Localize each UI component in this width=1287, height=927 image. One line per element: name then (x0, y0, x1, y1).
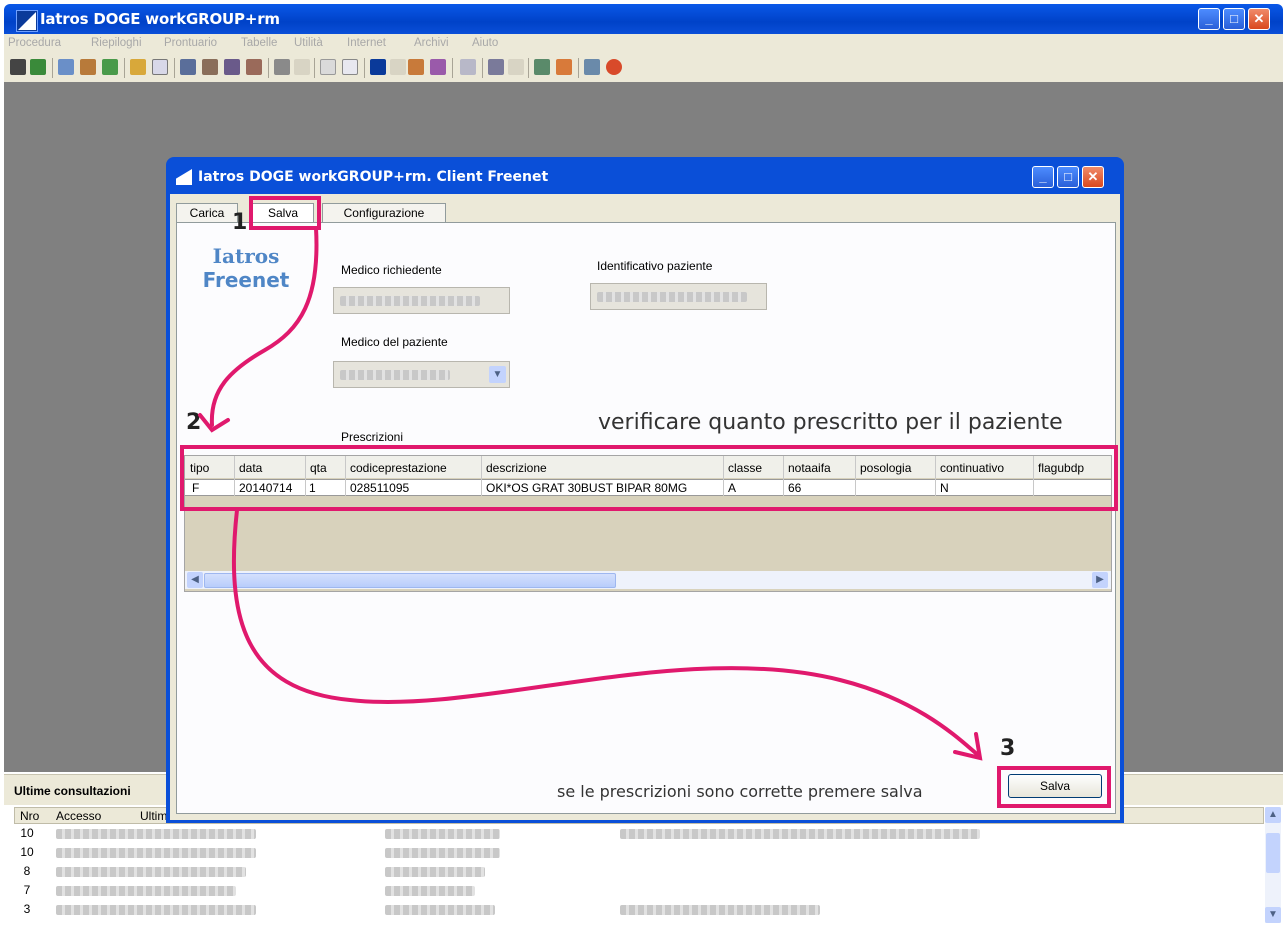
arrow-step1-to-step2 (209, 226, 319, 427)
annotation-arrows (198, 226, 983, 761)
arrow-step2-to-step3 (231, 508, 980, 757)
arrow-head-1 (198, 413, 230, 433)
